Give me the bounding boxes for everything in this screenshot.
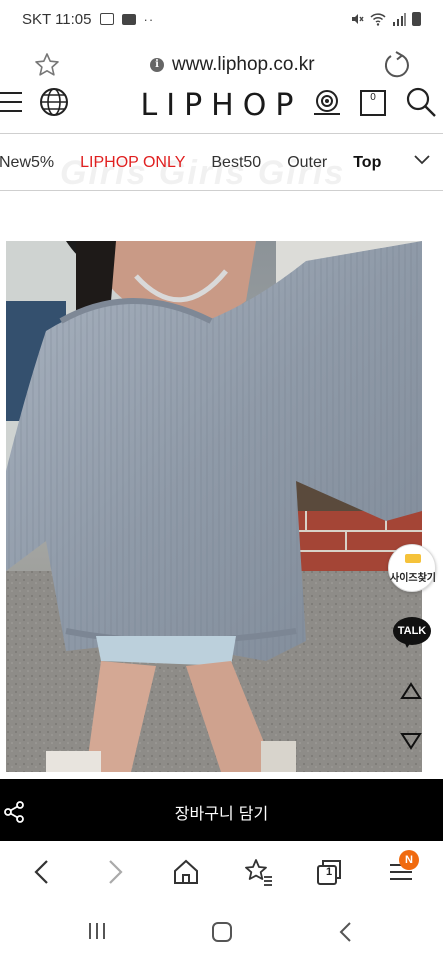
talk-label: TALK: [397, 625, 427, 637]
home-button-icon[interactable]: [211, 921, 233, 943]
camera-icon[interactable]: [312, 88, 342, 116]
url-text[interactable]: www.liphop.co.kr: [172, 54, 315, 76]
back-icon[interactable]: [27, 857, 57, 887]
category-expand-button[interactable]: [401, 134, 443, 190]
gallery-icon: [99, 13, 114, 25]
wifi-icon: [370, 12, 386, 26]
scroll-top-icon[interactable]: [400, 681, 422, 701]
chat-bubble-tail: [403, 639, 413, 648]
category-item[interactable]: LIPHOP ONLY: [80, 154, 185, 172]
chevron-down-icon: [414, 155, 430, 165]
site-header: LIPHOP 0: [0, 86, 443, 130]
sweater-photo-illustration: [6, 241, 422, 772]
reload-icon[interactable]: [382, 50, 412, 80]
notification-badge: N: [399, 850, 419, 870]
search-icon[interactable]: [404, 86, 438, 118]
battery-icon: [412, 12, 421, 26]
category-item[interactable]: Top: [353, 154, 381, 172]
product-photo[interactable]: [6, 241, 422, 772]
recent-apps-icon[interactable]: [86, 921, 108, 941]
message-icon: [121, 13, 136, 25]
category-item[interactable]: Outer: [287, 154, 327, 172]
info-icon[interactable]: i: [150, 58, 164, 72]
category-list: New5% LIPHOP ONLY Best50 Outer Top: [0, 154, 407, 172]
mute-icon: [352, 14, 364, 24]
star-icon[interactable]: [34, 52, 60, 78]
browser-toolbar: [0, 843, 443, 901]
category-item[interactable]: Best50: [211, 154, 261, 172]
category-item[interactable]: New5%: [0, 154, 54, 172]
forward-icon[interactable]: [100, 857, 130, 887]
more-notifications-icon: ··: [143, 11, 155, 27]
bookmarks-icon[interactable]: [244, 857, 274, 887]
status-bar: SKT 11:05 ··: [0, 0, 443, 38]
url-bar[interactable]: i www.liphop.co.kr: [0, 44, 443, 88]
tab-count: 1: [325, 866, 333, 878]
size-finder-label: 사이즈찾기: [390, 573, 436, 584]
cart-count: 0: [370, 92, 376, 103]
size-finder-button[interactable]: 사이즈찾기: [388, 544, 436, 592]
system-navigation-bar: [0, 901, 443, 960]
category-nav: Girls Girls Girls New5% LIPHOP ONLY Best50…: [0, 133, 443, 191]
add-to-cart-button[interactable]: 장바구니 담기: [0, 800, 443, 824]
add-to-cart-bar: 장바구니 담기: [0, 779, 443, 841]
talk-chat-button[interactable]: TALK: [393, 617, 431, 649]
carrier-time: SKT 11:05: [22, 10, 92, 28]
signal-icon: [393, 12, 406, 26]
home-icon[interactable]: [171, 857, 201, 887]
scroll-bottom-icon[interactable]: [400, 731, 422, 751]
system-back-icon[interactable]: [336, 921, 356, 943]
tag-icon: [405, 554, 421, 563]
